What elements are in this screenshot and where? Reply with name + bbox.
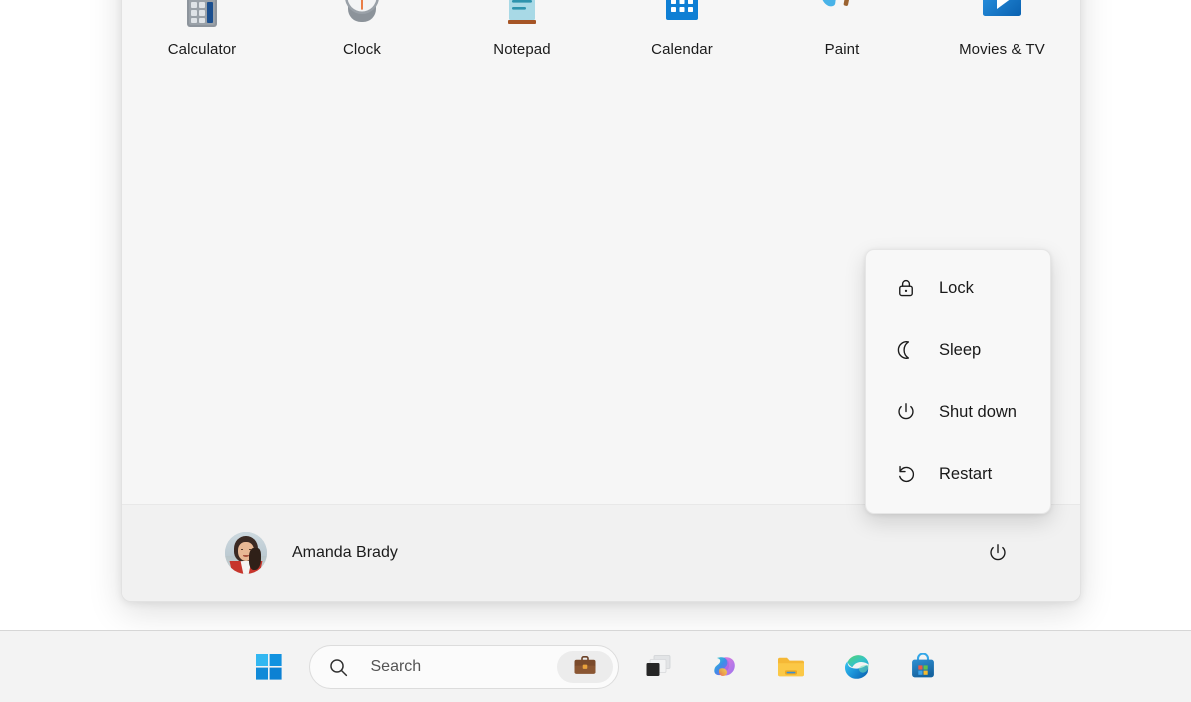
app-label: Notepad — [493, 41, 551, 58]
power-icon — [894, 400, 918, 424]
edge-icon — [844, 655, 869, 679]
app-tile-calculator[interactable]: Calculator — [122, 0, 282, 58]
app-tile-clock[interactable]: Clock — [282, 0, 442, 58]
pinned-apps-grid: Calculator Clock Notepad Calendar Paint … — [122, 0, 1082, 91]
app-label: Calendar — [651, 41, 713, 58]
work-profile-button[interactable] — [556, 651, 613, 683]
restart-icon — [894, 462, 918, 486]
power-options-flyout: Lock Sleep Shut down Restart — [865, 249, 1051, 514]
app-tile-paint[interactable]: Paint — [762, 0, 922, 58]
copilot-button[interactable] — [703, 645, 747, 689]
app-tile-calendar[interactable]: Calendar — [602, 0, 762, 58]
taskbar: Search — [0, 630, 1191, 702]
taskbar-center-group: Search — [236, 631, 956, 702]
windows-logo-icon — [255, 654, 282, 680]
flyout-item-restart[interactable]: Restart — [871, 443, 1045, 505]
flyout-label: Lock — [939, 278, 974, 297]
clock-icon — [338, 0, 386, 29]
app-label: Movies & TV — [959, 41, 1045, 58]
flyout-label: Sleep — [939, 340, 982, 359]
app-label: Calculator — [167, 41, 237, 58]
avatar — [225, 532, 267, 574]
flyout-item-shut-down[interactable]: Shut down — [871, 381, 1045, 443]
desktop: Calculator Clock Notepad Calendar Paint … — [0, 0, 1191, 702]
start-button[interactable] — [247, 645, 291, 689]
moon-icon — [894, 338, 918, 362]
app-label: Paint — [824, 41, 860, 58]
store-icon — [911, 653, 934, 678]
power-button[interactable] — [979, 534, 1017, 572]
search-icon — [328, 656, 350, 678]
lock-icon — [894, 276, 918, 300]
folder-icon — [777, 657, 804, 677]
flyout-item-lock[interactable]: Lock — [871, 257, 1045, 319]
calculator-icon — [178, 0, 226, 29]
task-view-icon — [646, 655, 670, 676]
search-input[interactable]: Search — [371, 658, 557, 676]
account-name: Amanda Brady — [292, 544, 398, 561]
briefcase-icon — [574, 656, 595, 674]
app-label: Clock — [342, 41, 381, 58]
flyout-item-sleep[interactable]: Sleep — [871, 319, 1045, 381]
flyout-label: Shut down — [939, 402, 1017, 421]
power-icon — [990, 544, 1006, 561]
paint-icon — [818, 0, 866, 29]
file-explorer-button[interactable] — [769, 645, 813, 689]
start-menu-footer: Amanda Brady — [122, 504, 1080, 601]
app-tile-movies-tv[interactable]: Movies & TV — [922, 0, 1082, 58]
movies-tv-icon — [978, 0, 1026, 29]
microsoft-store-button[interactable] — [901, 645, 945, 689]
microsoft-edge-button[interactable] — [835, 645, 879, 689]
search-box[interactable]: Search — [308, 645, 619, 689]
notepad-icon — [498, 0, 546, 29]
copilot-icon — [713, 657, 735, 677]
user-account-button[interactable]: Amanda Brady — [219, 526, 410, 580]
flyout-label: Restart — [939, 464, 993, 483]
app-tile-notepad[interactable]: Notepad — [442, 0, 602, 58]
calendar-icon — [658, 0, 706, 29]
task-view-button[interactable] — [637, 645, 681, 689]
